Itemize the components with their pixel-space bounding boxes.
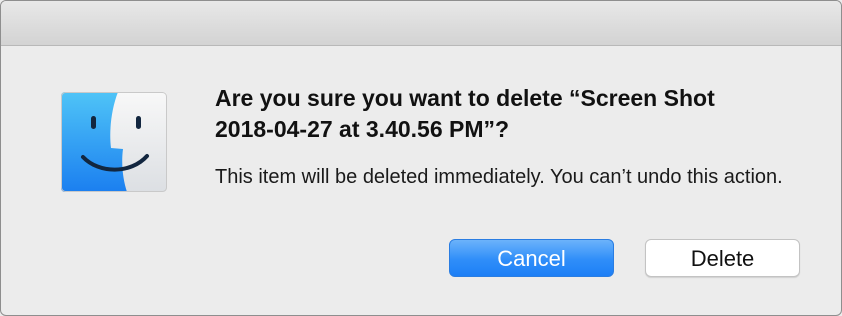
dialog-titlebar — [1, 1, 841, 46]
cancel-button[interactable]: Cancel — [449, 239, 614, 277]
delete-button[interactable]: Delete — [645, 239, 800, 277]
dialog-informative-text: This item will be deleted immediately. Y… — [215, 166, 783, 188]
dialog-message: Are you sure you want to delete “Screen … — [215, 85, 715, 142]
finder-icon — [61, 92, 167, 192]
alert-dialog: Are you sure you want to delete “Screen … — [0, 0, 842, 316]
